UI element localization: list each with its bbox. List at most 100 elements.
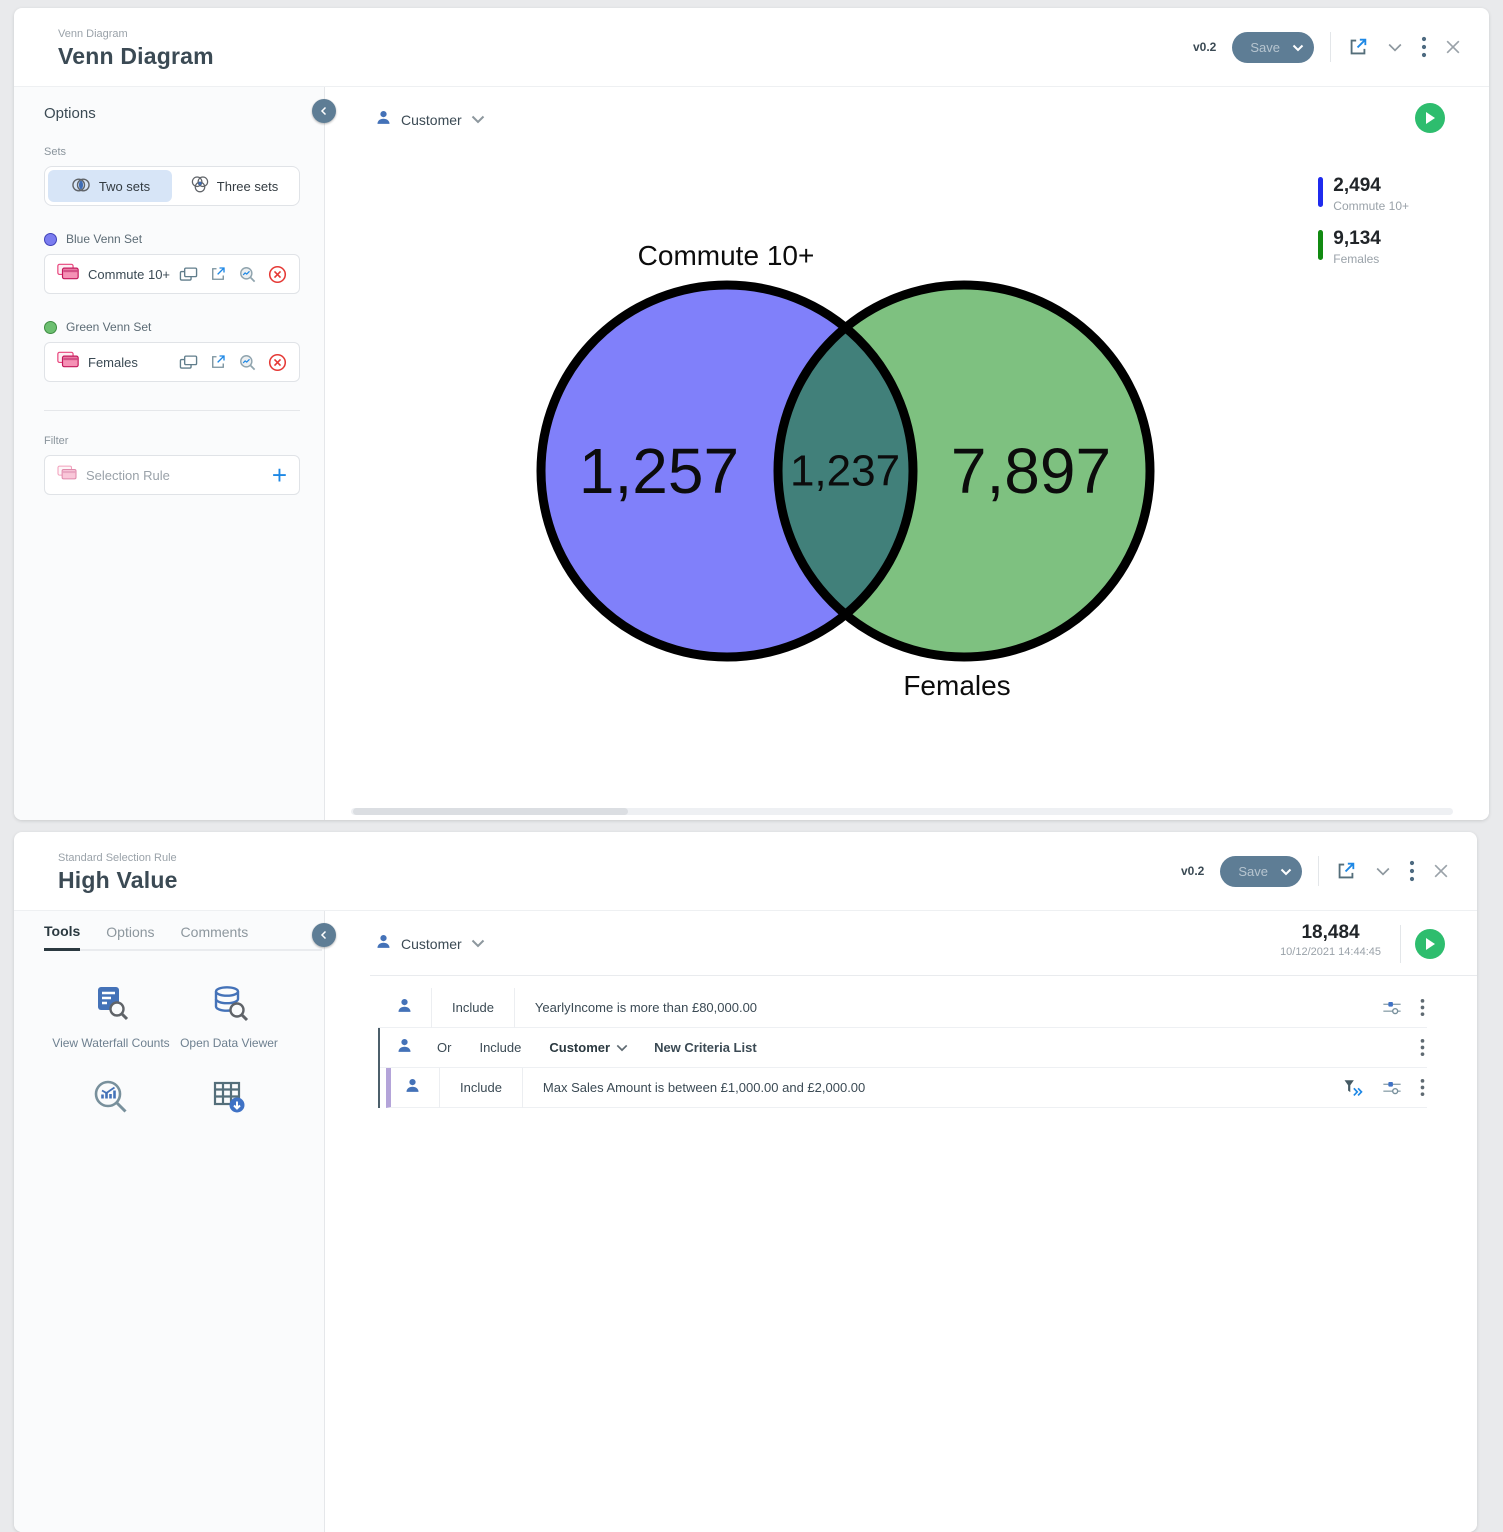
divider [1318,856,1319,886]
kebab-menu-icon[interactable] [1420,1038,1425,1057]
rule-criteria: Max Sales Amount is between £1,000.00 an… [543,1080,865,1095]
duplicate-icon[interactable] [179,354,198,371]
legend-color-bar [1318,230,1323,260]
legend-item-females: 9,134 Females [1318,228,1409,266]
venn-left-title: Commute 10+ [638,240,815,271]
selection-rule-panel: Standard Selection Rule High Value v0.2 … [14,832,1477,1532]
two-sets-option[interactable]: Two sets [48,170,172,202]
add-filter-icon[interactable]: + [272,465,287,485]
open-in-new-window-icon[interactable] [1335,860,1357,882]
open-selection-icon[interactable] [209,265,227,283]
kebab-menu-icon[interactable] [1421,36,1427,58]
legend-label: Commute 10+ [1333,199,1409,213]
venn-diagram-panel: Venn Diagram Venn Diagram v0.2 Save [14,8,1489,820]
run-count-button[interactable] [1415,103,1445,133]
resolve-table-selector[interactable]: Customer [375,933,485,955]
tab-options[interactable]: Options [106,923,154,949]
filter-forward-icon[interactable] [1342,1078,1364,1097]
remove-icon[interactable] [268,353,287,372]
person-icon [404,1077,421,1099]
close-icon[interactable] [1443,37,1463,57]
three-sets-option[interactable]: Three sets [172,170,296,202]
tools-sidebar: Tools Options Comments View Waterfall Co… [14,911,325,1532]
analyze-chart-icon [91,1077,131,1120]
rule-verb: Include [440,1080,522,1095]
save-button[interactable]: Save [1220,856,1302,887]
divider [514,988,515,1028]
header-controls: v0.2 Save [1181,832,1451,910]
sets-segmented-control: Two sets Three sets [44,166,300,206]
legend-item-commute: 2,494 Commute 10+ [1318,175,1409,213]
legend-color-bar [1318,177,1323,207]
divider [522,1068,523,1108]
open-selection-icon[interactable] [209,353,227,371]
analyze-selection-icon[interactable] [238,265,257,284]
three-sets-icon [190,176,210,197]
save-button[interactable]: Save [1232,32,1314,63]
chevron-down-icon[interactable] [1385,37,1405,57]
selection-cards-icon [57,263,79,285]
chevron-down-icon[interactable] [1373,861,1393,881]
divider [1330,32,1331,62]
divider [1400,925,1401,963]
options-title: Options [44,105,300,122]
blue-set-color-dot [44,233,57,246]
resolve-table-selector[interactable]: Customer [375,109,485,131]
scrollbar-thumb[interactable] [353,808,628,815]
duplicate-icon[interactable] [179,266,198,283]
venn-right-count: 7,897 [951,435,1111,507]
sliders-icon[interactable] [1382,999,1402,1016]
tab-tools[interactable]: Tools [44,923,80,951]
rule-panel-header: Standard Selection Rule High Value v0.2 … [14,832,1477,910]
horizontal-scrollbar[interactable] [351,808,1453,815]
kebab-menu-icon[interactable] [1420,1078,1425,1097]
waterfall-counts-icon [91,983,131,1026]
rule-main-area: Customer 18,484 10/12/2021 14:44:45 [325,911,1477,1532]
two-sets-icon [70,177,92,196]
rule-verb: Include [479,1040,521,1055]
analyze-selection-button[interactable] [52,1077,170,1120]
filter-drop-zone[interactable]: Selection Rule + [44,455,300,495]
person-icon [375,933,392,955]
divider [44,410,300,411]
collapse-sidebar-button[interactable] [312,923,336,947]
collapse-sidebar-button[interactable] [312,99,336,123]
remove-icon[interactable] [268,265,287,284]
options-sidebar: Options Sets Two sets Three sets [14,87,325,820]
blue-set-header: Blue Venn Set [44,232,300,246]
chevron-down-icon [471,935,485,953]
venn-panel-header: Venn Diagram Venn Diagram v0.2 Save [14,8,1489,86]
person-icon [396,1037,413,1059]
rule-row-yearly-income[interactable]: Include YearlyIncome is more than £80,00… [378,988,1427,1028]
export-table-button[interactable] [170,1077,288,1120]
tab-comments[interactable]: Comments [181,923,249,949]
green-set-value: Females [88,355,179,370]
close-icon[interactable] [1431,861,1451,881]
green-set-chip[interactable]: Females [44,342,300,382]
sliders-icon[interactable] [1382,1079,1402,1096]
sets-label: Sets [44,146,300,158]
run-count-button[interactable] [1415,929,1445,959]
blue-set-chip[interactable]: Commute 10+ [44,254,300,294]
analyze-selection-icon[interactable] [238,353,257,372]
view-waterfall-counts-button[interactable]: View Waterfall Counts [52,983,170,1051]
rule-table-selector[interactable]: Customer [549,1039,628,1057]
venn-diagram: Commute 10+ 1,257 1,237 7,897 Females [535,229,1175,709]
rule-verb: Include [432,1000,514,1015]
kebab-menu-icon[interactable] [1420,998,1425,1017]
rules-list: Include YearlyIncome is more than £80,00… [378,988,1427,1108]
green-set-color-dot [44,321,57,334]
blue-set-value: Commute 10+ [88,267,179,282]
open-data-viewer-button[interactable]: Open Data Viewer [170,983,288,1051]
save-chevron-down-icon [1292,40,1304,55]
header-controls: v0.2 Save [1193,8,1463,86]
filter-placeholder: Selection Rule [86,468,272,483]
rule-row-or-criteria-list[interactable]: Or Include Customer New Criteria List [380,1028,1427,1068]
open-in-new-window-icon[interactable] [1347,36,1369,58]
legend-label: Females [1333,252,1381,266]
kebab-menu-icon[interactable] [1409,860,1415,882]
selection-cards-icon [57,465,77,485]
green-set-header: Green Venn Set [44,320,300,334]
count-block: 18,484 10/12/2021 14:44:45 [1280,922,1381,958]
rule-row-max-sales[interactable]: Include Max Sales Amount is between £1,0… [386,1068,1427,1108]
